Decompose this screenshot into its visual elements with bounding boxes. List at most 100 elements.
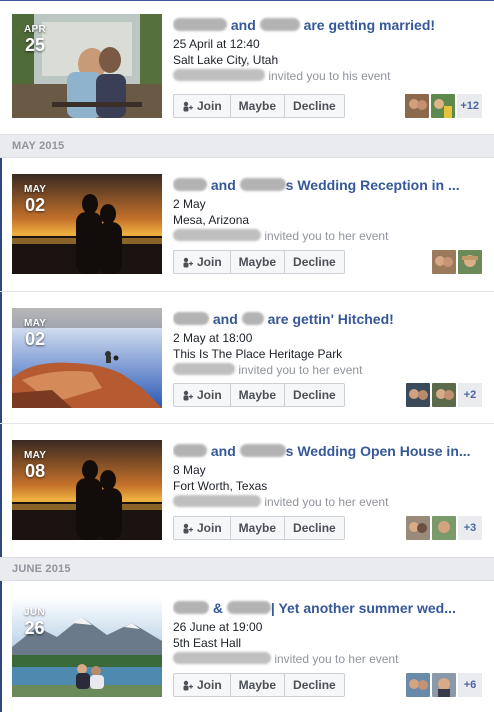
event-invite-line: invited you to his event	[173, 68, 486, 84]
redacted-name	[173, 444, 207, 457]
join-button[interactable]: Join	[174, 95, 230, 117]
join-button[interactable]: Join	[174, 384, 230, 406]
guest-avatar[interactable]	[406, 516, 430, 540]
guest-avatar[interactable]	[406, 673, 430, 697]
date-badge: MAY 02	[24, 318, 46, 349]
redacted-name	[259, 18, 300, 31]
redacted-name	[173, 652, 271, 664]
event-title[interactable]: and are gettin' Hitched!	[173, 310, 486, 328]
title-text[interactable]: | Yet another summer wed...	[271, 600, 456, 616]
rsvp-buttons: Join Maybe Decline	[173, 250, 345, 274]
guest-faces: +3	[406, 516, 482, 540]
event-datetime: 2 May	[173, 197, 206, 211]
title-text[interactable]: s Wedding Open House in...	[286, 443, 471, 459]
event-card: MAY 02 and s Wedding Reception in ... 2 …	[0, 158, 494, 292]
date-day: 02	[25, 195, 46, 215]
guest-avatar[interactable]	[432, 383, 456, 407]
rsvp-buttons: Join Maybe Decline	[173, 673, 345, 697]
event-datetime: 2 May at 18:00	[173, 331, 253, 345]
event-datetime: 8 May	[173, 463, 206, 477]
event-invite-line: invited you to her event	[173, 651, 486, 667]
month-header: MAY 2015	[0, 134, 494, 158]
event-invite-line: invited you to her event	[173, 494, 486, 510]
maybe-button[interactable]: Maybe	[229, 674, 284, 696]
date-badge: JUN 26	[24, 607, 45, 638]
join-person-icon	[182, 257, 193, 268]
join-button[interactable]: Join	[174, 251, 230, 273]
redacted-name	[173, 601, 209, 614]
event-datetime: 25 April at 12:40	[173, 37, 260, 51]
guest-avatar[interactable]	[406, 383, 430, 407]
guest-avatar[interactable]	[405, 94, 430, 118]
rsvp-buttons: Join Maybe Decline	[173, 383, 345, 407]
guest-faces: +12	[405, 94, 482, 118]
guest-faces: +6	[406, 673, 482, 697]
event-title[interactable]: and s Wedding Open House in...	[173, 442, 486, 460]
event-thumbnail[interactable]: JUN 26	[12, 597, 162, 697]
join-person-icon	[182, 390, 193, 401]
date-day: 02	[25, 329, 46, 349]
maybe-button[interactable]: Maybe	[229, 384, 284, 406]
selection-bar	[0, 581, 2, 712]
title-text[interactable]: and	[211, 443, 236, 459]
event-title[interactable]: and s Wedding Reception in ...	[173, 176, 486, 194]
selection-bar	[0, 424, 2, 558]
date-day: 25	[24, 35, 46, 55]
redacted-name	[226, 601, 271, 614]
date-day: 26	[24, 618, 45, 638]
date-month: JUN	[24, 607, 45, 618]
date-month: MAY	[24, 184, 47, 195]
decline-button[interactable]: Decline	[284, 95, 344, 117]
guest-avatar[interactable]	[432, 516, 456, 540]
event-invite-line: invited you to her event	[173, 228, 486, 244]
guest-faces: +2	[406, 383, 482, 407]
event-card: JUN 26 & | Yet another summer wed... 26 …	[0, 581, 494, 712]
date-day: 08	[25, 461, 46, 481]
maybe-button[interactable]: Maybe	[229, 251, 284, 273]
event-title[interactable]: and are getting married!	[173, 16, 486, 34]
redacted-name	[173, 18, 227, 31]
rsvp-buttons: Join Maybe Decline	[173, 516, 345, 540]
guest-avatar[interactable]	[432, 673, 456, 697]
decline-button[interactable]: Decline	[284, 674, 344, 696]
more-guests-count[interactable]: +2	[458, 383, 482, 407]
date-badge: MAY 02	[24, 184, 46, 215]
join-button[interactable]: Join	[174, 674, 230, 696]
event-thumbnail[interactable]: MAY 02	[12, 174, 162, 274]
redacted-name	[173, 363, 235, 375]
decline-button[interactable]: Decline	[284, 251, 344, 273]
event-title[interactable]: & | Yet another summer wed...	[173, 599, 486, 617]
title-text[interactable]: &	[213, 600, 223, 616]
event-location: This Is The Place Heritage Park	[173, 347, 343, 361]
event-invite-line: invited you to her event	[173, 362, 486, 378]
title-text[interactable]: and	[211, 177, 236, 193]
title-text[interactable]: are getting married!	[304, 17, 435, 33]
guest-avatar[interactable]	[432, 250, 456, 274]
title-text[interactable]: s Wedding Reception in ...	[286, 177, 460, 193]
more-guests-count[interactable]: +12	[457, 94, 482, 118]
guest-avatar[interactable]	[431, 94, 456, 118]
month-header: JUNE 2015	[0, 557, 494, 581]
title-text[interactable]: and	[231, 17, 256, 33]
more-guests-count[interactable]: +3	[458, 516, 482, 540]
join-button[interactable]: Join	[174, 517, 230, 539]
decline-button[interactable]: Decline	[284, 384, 344, 406]
more-guests-count[interactable]: +6	[458, 673, 482, 697]
join-person-icon	[182, 523, 193, 534]
event-location: Fort Worth, Texas	[173, 479, 268, 493]
title-text[interactable]: and	[213, 311, 238, 327]
event-thumbnail[interactable]: APR 25	[12, 14, 162, 118]
maybe-button[interactable]: Maybe	[229, 517, 284, 539]
event-location: 5th East Hall	[173, 636, 242, 650]
redacted-name	[173, 178, 207, 191]
selection-bar	[0, 158, 2, 291]
date-month: MAY	[24, 318, 47, 329]
maybe-button[interactable]: Maybe	[229, 95, 284, 117]
redacted-name	[173, 312, 209, 325]
event-thumbnail[interactable]: MAY 02	[12, 308, 162, 408]
guest-avatar[interactable]	[458, 250, 482, 274]
title-text[interactable]: are gettin' Hitched!	[268, 311, 394, 327]
event-thumbnail[interactable]: MAY 08	[12, 440, 162, 540]
selection-bar	[0, 292, 2, 423]
decline-button[interactable]: Decline	[284, 517, 344, 539]
